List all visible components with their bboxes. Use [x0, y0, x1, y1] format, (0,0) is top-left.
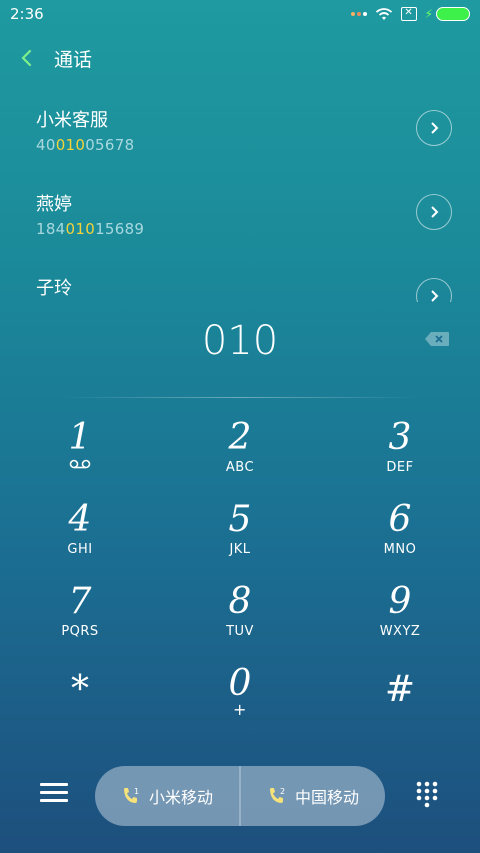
contact-item[interactable]: 燕婷 18401015689	[0, 190, 480, 260]
contact-detail-button[interactable]	[416, 194, 452, 230]
status-icons: ✕ ⚡	[350, 7, 470, 21]
contact-number: 4001005678	[36, 136, 135, 154]
chevron-right-icon	[431, 206, 439, 218]
key-0[interactable]: 0 +	[180, 664, 300, 738]
contact-detail-button[interactable]	[416, 110, 452, 146]
key-8[interactable]: 8 TUV	[180, 582, 300, 656]
contact-name: 小米客服	[36, 110, 108, 131]
key-6[interactable]: 6 MNO	[340, 500, 460, 574]
contact-name: 燕婷	[36, 194, 72, 215]
bottom-bar: 1 小米移动 2 中国移动	[0, 766, 480, 826]
divider	[60, 397, 420, 398]
contact-item[interactable]: 小米客服 4001005678	[0, 106, 480, 176]
contact-item-partial[interactable]: 子玲	[0, 270, 480, 302]
key-hash[interactable]: #	[340, 670, 460, 744]
key-2[interactable]: 2 ABC	[180, 418, 300, 492]
no-sim-icon: ✕	[400, 7, 417, 21]
key-7[interactable]: 7 PQRS	[20, 582, 140, 656]
contact-item[interactable]: 子玲	[0, 274, 480, 302]
svg-text:1: 1	[134, 787, 139, 796]
charging-icon: ⚡	[424, 7, 433, 21]
backspace-icon[interactable]	[424, 331, 450, 347]
sim-call-buttons: 1 小米移动 2 中国移动	[95, 766, 385, 826]
dialpad-icon[interactable]	[414, 780, 440, 808]
contact-number: 18401015689	[36, 220, 145, 238]
header: 通话	[0, 40, 480, 76]
contact-name: 子玲	[36, 278, 72, 299]
call-sim2-button[interactable]: 2 中国移动	[241, 766, 385, 826]
back-icon[interactable]	[18, 44, 38, 72]
page-title: 通话	[54, 49, 93, 71]
phone-sim2-icon: 2	[269, 787, 285, 803]
key-3[interactable]: 3 DEF	[340, 418, 460, 492]
sim2-label: 中国移动	[294, 788, 359, 807]
sim1-label: 小米移动	[148, 788, 213, 807]
contact-detail-button[interactable]	[416, 278, 452, 302]
menu-icon[interactable]	[40, 780, 68, 806]
call-sim1-button[interactable]: 1 小米移动	[95, 766, 239, 826]
battery-icon: ⚡	[425, 7, 470, 21]
key-star[interactable]: *	[20, 670, 140, 744]
key-1[interactable]: 1	[20, 418, 140, 492]
notification-dots-icon	[350, 12, 367, 16]
status-bar: 2:36 ✕ ⚡	[0, 0, 480, 28]
chevron-right-icon	[431, 290, 439, 302]
key-4[interactable]: 4 GHI	[20, 500, 140, 574]
chevron-right-icon	[431, 122, 439, 134]
status-time: 2:36	[10, 5, 44, 23]
dial-input[interactable]: 010	[0, 318, 480, 364]
svg-text:2: 2	[280, 787, 285, 796]
key-9[interactable]: 9 WXYZ	[340, 582, 460, 656]
wifi-icon	[375, 8, 392, 20]
voicemail-icon	[69, 459, 91, 469]
key-5[interactable]: 5 JKL	[180, 500, 300, 574]
phone-sim1-icon: 1	[123, 787, 139, 803]
